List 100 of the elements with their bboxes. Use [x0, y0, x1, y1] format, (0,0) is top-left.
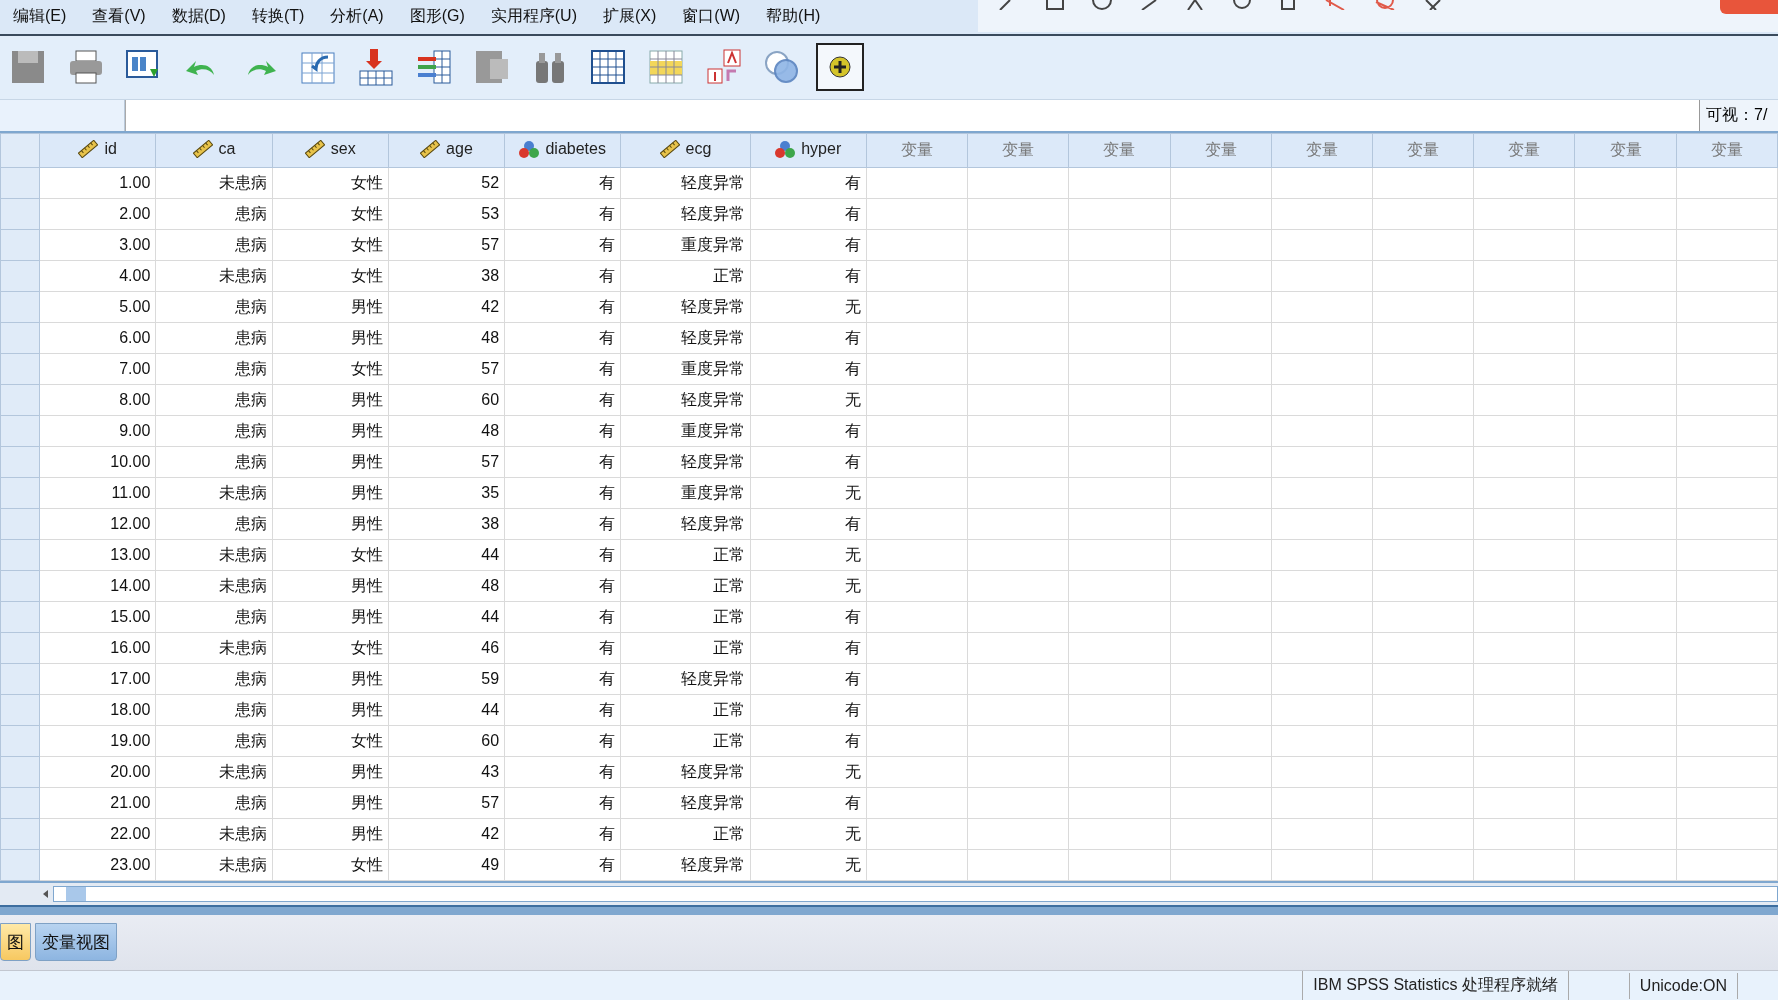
column-header[interactable]: 变量 [1473, 133, 1575, 168]
table-cell: 患病 [155, 198, 273, 230]
table-cell: 轻度异常 [620, 787, 751, 819]
table-cell: 轻度异常 [620, 446, 751, 478]
scroll-thumb[interactable] [66, 887, 86, 902]
column-header[interactable]: age [388, 133, 505, 168]
row-header[interactable] [0, 384, 40, 416]
row-header[interactable] [0, 291, 40, 323]
table-cell: 20.00 [39, 756, 156, 788]
close-icon[interactable] [1424, 0, 1442, 10]
row-header[interactable] [0, 446, 40, 478]
column-header[interactable]: 变量 [1271, 133, 1373, 168]
table-down-arrow-icon[interactable] [356, 47, 396, 88]
column-header[interactable]: 变量 [1676, 133, 1778, 168]
column-header[interactable]: ecg [620, 133, 751, 168]
horizontal-scrollbar[interactable] [53, 886, 1778, 903]
status-text: IBM SPSS Statistics 处理程序就绪 [1302, 971, 1569, 1000]
menu-item[interactable]: 转换(T) [238, 6, 318, 28]
column-header[interactable]: 变量 [1574, 133, 1677, 168]
row-header[interactable] [0, 539, 40, 571]
menu-item[interactable]: 图形(G) [396, 6, 478, 28]
table-cell: 有 [504, 508, 621, 540]
row-header[interactable] [0, 477, 40, 509]
column-header[interactable]: ca [155, 133, 273, 168]
menu-item[interactable]: 编辑(E) [0, 6, 80, 28]
table-cell: 44 [388, 694, 505, 726]
menu-item[interactable]: 实用程序(U) [477, 6, 590, 28]
row-header[interactable] [0, 353, 40, 385]
row-header[interactable] [0, 849, 40, 881]
table-cell: 有 [504, 198, 621, 230]
row-header[interactable] [0, 818, 40, 850]
view-tab[interactable]: 图 [0, 923, 31, 962]
row-header[interactable] [0, 756, 40, 788]
table-cell: 轻度异常 [620, 384, 751, 416]
table-cell: 女性 [272, 849, 389, 881]
table-cell: 轻度异常 [620, 508, 751, 540]
view-tab[interactable]: 变量视图 [35, 923, 117, 962]
menu-item[interactable]: 扩展(X) [589, 6, 670, 28]
table-cell: 14.00 [39, 570, 156, 602]
table-cell: 有 [504, 477, 621, 509]
table-cell: 男性 [272, 787, 389, 819]
column-header[interactable]: 变量 [1068, 133, 1170, 168]
column-header[interactable]: id [39, 133, 156, 168]
row-header[interactable] [0, 570, 40, 602]
column-header[interactable]: 变量 [866, 133, 968, 168]
table-cell: 有 [504, 663, 621, 695]
table-cell: 男性 [272, 477, 389, 509]
table-cell: 11.00 [39, 477, 156, 509]
table-cell: 57 [388, 787, 505, 819]
table-cell: 10.00 [39, 446, 156, 478]
row-header[interactable] [0, 198, 40, 230]
menu-item[interactable]: 数据(D) [158, 6, 239, 28]
table-cell: 57 [388, 353, 505, 385]
table-cell: 患病 [155, 601, 273, 633]
row-header[interactable] [0, 663, 40, 695]
table-cell: 男性 [272, 508, 389, 540]
row-header[interactable] [0, 725, 40, 757]
column-header[interactable]: 变量 [1372, 133, 1474, 168]
table-cell: 患病 [155, 322, 273, 354]
table-cell: 女性 [272, 725, 389, 757]
row-header[interactable] [0, 601, 40, 633]
row-header[interactable] [0, 632, 40, 664]
column-header[interactable]: 变量 [1170, 133, 1272, 168]
row-header[interactable] [0, 508, 40, 540]
splitter[interactable] [0, 904, 1778, 915]
row-header[interactable] [0, 260, 40, 292]
table-cell: 轻度异常 [620, 849, 751, 881]
mute-icon[interactable] [1324, 0, 1346, 10]
table-cell: 重度异常 [620, 415, 751, 447]
table-cell: 无 [750, 291, 867, 323]
row-header[interactable] [0, 229, 40, 261]
table-cell: 男性 [272, 663, 389, 695]
column-header[interactable]: 变量 [967, 133, 1069, 168]
cell-editor-field[interactable] [125, 99, 1699, 132]
table-cell: 3.00 [39, 229, 156, 261]
table-cell: 正常 [620, 725, 751, 757]
column-header[interactable]: diabetes [504, 133, 621, 168]
row-header[interactable] [0, 322, 40, 354]
menu-item[interactable]: 分析(A) [317, 6, 397, 28]
table-cell: 57 [388, 446, 505, 478]
menu-item[interactable]: 帮助(H) [753, 6, 834, 28]
visible-count: 可视：7/ [1699, 99, 1778, 132]
table-cell: 有 [504, 787, 621, 819]
table-cell: 正常 [620, 818, 751, 850]
table-cell: 有 [750, 725, 867, 757]
table-cell: 无 [750, 539, 867, 571]
table-cell: 男性 [272, 322, 389, 354]
row-header[interactable] [0, 694, 40, 726]
row-header[interactable] [0, 415, 40, 447]
table-cell: 12.00 [39, 508, 156, 540]
row-header[interactable] [0, 167, 40, 199]
table-cell: 患病 [155, 663, 273, 695]
table-cell: 48 [388, 415, 505, 447]
column-header[interactable]: hyper [750, 133, 867, 168]
column-header[interactable]: sex [272, 133, 389, 168]
menu-item[interactable]: 查看(V) [79, 6, 159, 28]
row-header[interactable] [0, 787, 40, 819]
menu-item[interactable]: 窗口(W) [669, 6, 754, 28]
table-cell: 女性 [272, 260, 389, 292]
table-cell: 有 [504, 539, 621, 571]
